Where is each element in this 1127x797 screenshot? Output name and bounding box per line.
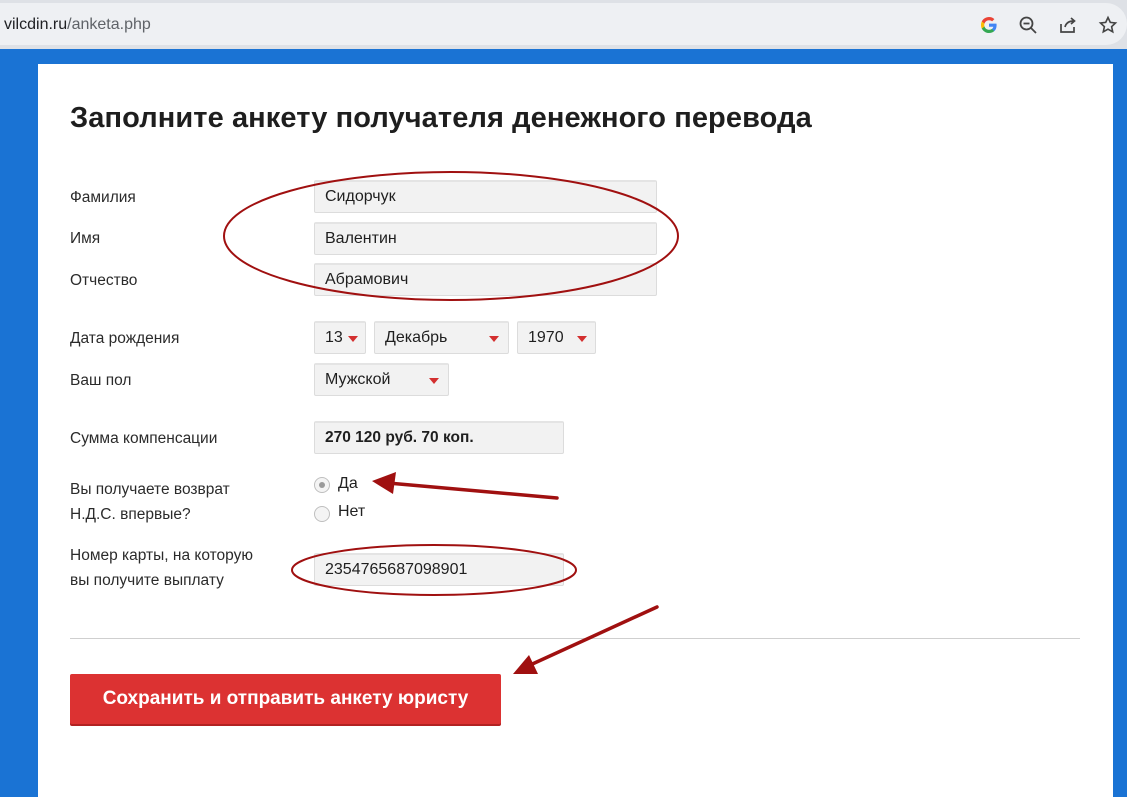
chevron-down-icon	[577, 336, 587, 342]
url-text[interactable]: vilcdin.ru/anketa.php	[4, 16, 151, 34]
gender-label: Ваш пол	[70, 372, 132, 389]
vat-refund-label-line2: Н.Д.С. впервые?	[70, 506, 191, 523]
card-number-field[interactable]: 2354765687098901	[314, 553, 564, 586]
vat-refund-option-yes[interactable]: Да	[338, 475, 358, 493]
zoom-out-icon[interactable]	[1016, 13, 1040, 37]
card-label-line2: вы получите выплату	[70, 572, 224, 589]
surname-field[interactable]: Сидорчук	[314, 180, 657, 213]
name-label: Имя	[70, 230, 101, 247]
name-field[interactable]: Валентин	[314, 222, 657, 255]
divider	[70, 638, 1080, 639]
vat-refund-option-no[interactable]: Нет	[338, 503, 365, 521]
gender-select[interactable]: Мужской	[314, 363, 449, 396]
compensation-field: 270 120 руб. 70 коп.	[314, 421, 564, 454]
birth-year-value: 1970	[528, 329, 564, 346]
birth-year-select[interactable]: 1970	[517, 321, 596, 354]
birth-month-value: Декабрь	[385, 329, 448, 346]
vat-refund-label-line1: Вы получаете возврат	[70, 481, 230, 498]
share-icon[interactable]	[1056, 13, 1080, 37]
submit-button[interactable]: Сохранить и отправить анкету юристу	[70, 674, 501, 724]
address-bar[interactable]: vilcdin.ru/anketa.php	[0, 3, 1127, 45]
chevron-down-icon	[348, 336, 358, 342]
url-path: /anketa.php	[67, 16, 151, 33]
page-title: Заполните анкету получателя денежного пе…	[70, 102, 812, 134]
patronymic-label: Отчество	[70, 272, 138, 289]
patronymic-field[interactable]: Абрамович	[314, 263, 657, 296]
card-label-line1: Номер карты, на которую	[70, 547, 253, 564]
browser-toolbar: vilcdin.ru/anketa.php	[0, 0, 1127, 49]
birth-day-value: 13	[325, 329, 343, 346]
birth-date-label: Дата рождения	[70, 330, 180, 347]
birth-month-select[interactable]: Декабрь	[374, 321, 509, 354]
birth-day-select[interactable]: 13	[314, 321, 366, 354]
compensation-label: Сумма компенсации	[70, 430, 218, 447]
form-page: Заполните анкету получателя денежного пе…	[38, 64, 1113, 797]
google-icon[interactable]	[977, 13, 1001, 37]
vat-refund-radio-no[interactable]	[314, 506, 330, 522]
vat-refund-radio-yes[interactable]	[314, 477, 330, 493]
chevron-down-icon	[489, 336, 499, 342]
surname-label: Фамилия	[70, 189, 136, 206]
gender-value: Мужской	[325, 371, 391, 388]
chevron-down-icon	[429, 378, 439, 384]
url-domain: vilcdin.ru	[4, 16, 68, 33]
star-icon[interactable]	[1096, 13, 1120, 37]
